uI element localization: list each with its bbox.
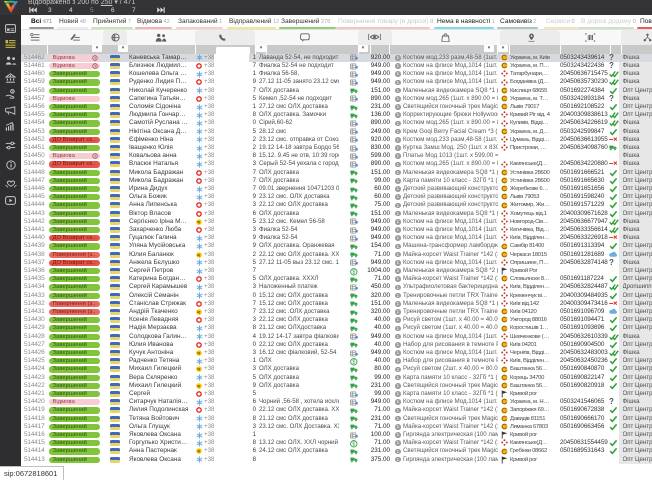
svg-text:$: $ [11, 90, 13, 94]
